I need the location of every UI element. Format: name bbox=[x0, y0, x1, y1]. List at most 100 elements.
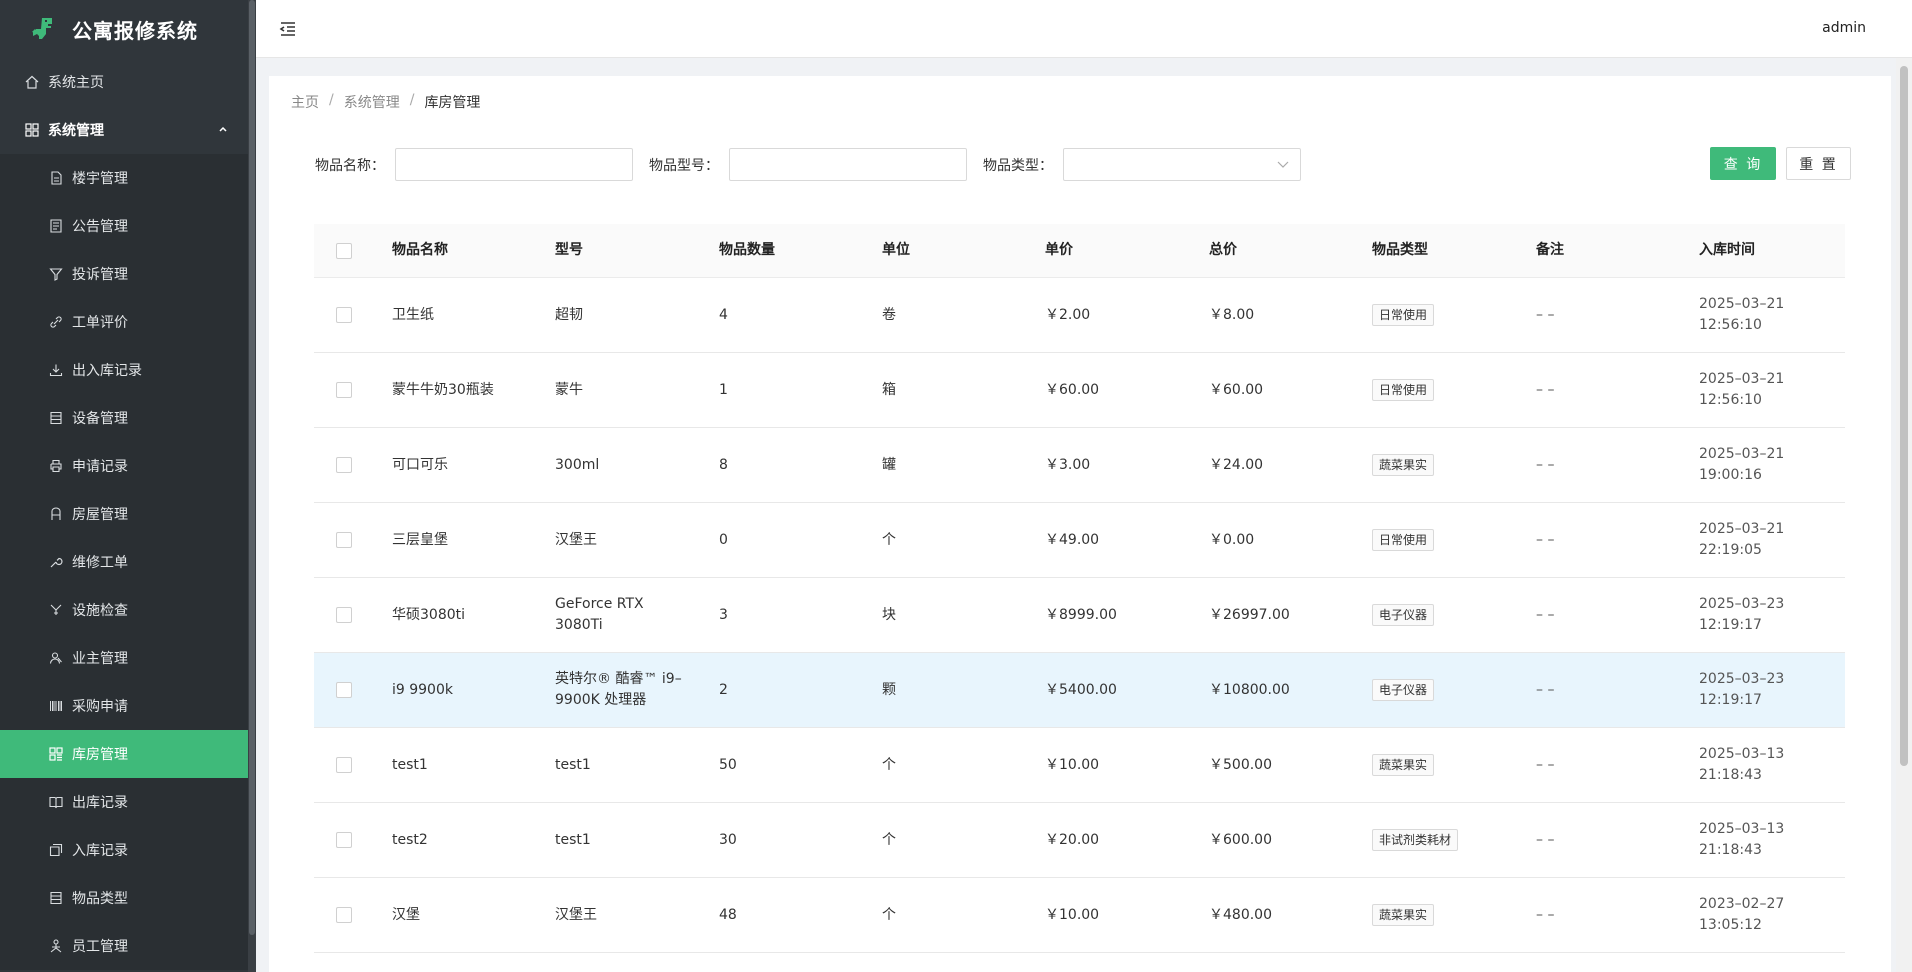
user-name[interactable]: admin bbox=[1822, 20, 1866, 36]
user-icon bbox=[48, 650, 64, 666]
row-checkbox[interactable] bbox=[336, 682, 352, 698]
reset-button[interactable]: 重 置 bbox=[1786, 147, 1851, 180]
download-icon bbox=[48, 362, 64, 378]
stock-time: 19:00:16 bbox=[1699, 467, 1762, 483]
table-row[interactable]: 三层皇堡 汉堡王 0 个 ￥49.00 ￥0.00 日常使用 – – 2025–03–21 22:… bbox=[314, 503, 1845, 578]
cell-unit-price: ￥10.00 bbox=[1045, 756, 1100, 773]
sidebar-scrollbar[interactable] bbox=[248, 0, 256, 972]
cell-total-price: ￥24.00 bbox=[1209, 456, 1264, 473]
sidebar-item-label: 工单评价 bbox=[72, 315, 128, 331]
sidebar-item-14[interactable]: 出库记录 bbox=[0, 778, 248, 826]
table-row[interactable]: i9 9900k 英特尔® 酷睿™ i9–9900K 处理器 2 颗 ￥5400.00 ￥… bbox=[314, 653, 1845, 728]
sidebar-item-5[interactable]: 出入库记录 bbox=[0, 346, 248, 394]
cell-note: – – bbox=[1536, 606, 1555, 623]
cell-model: 300ml bbox=[555, 456, 600, 473]
sidebar-item-12[interactable]: 采购申请 bbox=[0, 682, 248, 730]
file-icon bbox=[48, 170, 64, 186]
cell-stock-time: 2025–03–21 19:00:16 bbox=[1699, 444, 1845, 486]
document-icon bbox=[48, 218, 64, 234]
staff-icon bbox=[48, 938, 64, 954]
stock-date: 2025–03–13 bbox=[1699, 746, 1785, 762]
table-row[interactable]: 华硕3080ti GeForce RTX 3080Ti 3 块 ￥8999.00 ￥269… bbox=[314, 578, 1845, 653]
sidebar-item-6[interactable]: 设备管理 bbox=[0, 394, 248, 442]
cell-note: – – bbox=[1536, 381, 1555, 398]
wrench-icon bbox=[48, 554, 64, 570]
printer-icon bbox=[48, 458, 64, 474]
logo: 公寓报修系统 bbox=[0, 0, 248, 58]
cell-model: 超韧 bbox=[555, 306, 583, 323]
sidebar-item-1[interactable]: 楼宇管理 bbox=[0, 154, 248, 202]
home-icon bbox=[24, 74, 40, 90]
cell-total-price: ￥500.00 bbox=[1209, 756, 1272, 773]
sidebar-item-13[interactable]: 库房管理 bbox=[0, 730, 248, 778]
table-row[interactable]: 蒙牛牛奶30瓶装 蒙牛 1 箱 ￥60.00 ￥60.00 日常使用 – – 2025–03–2… bbox=[314, 353, 1845, 428]
cell-stock-time: 2025–03–13 21:18:43 bbox=[1699, 819, 1845, 861]
row-checkbox[interactable] bbox=[336, 457, 352, 473]
chevron-up-icon bbox=[218, 122, 228, 138]
list-icon bbox=[48, 890, 64, 906]
menu-toggle-icon[interactable] bbox=[278, 19, 298, 39]
table-row[interactable]: test1 test1 50 个 ￥10.00 ￥500.00 蔬菜果实 – – 2025–03… bbox=[314, 728, 1845, 803]
cell-total-price: ￥8.00 bbox=[1209, 306, 1255, 323]
column-header: 型号 bbox=[555, 242, 583, 258]
sidebar-item-10[interactable]: 设施检查 bbox=[0, 586, 248, 634]
table-row[interactable]: 汉堡 汉堡王 48 个 ￥10.00 ￥480.00 蔬菜果实 – – 2023–02–27 13… bbox=[314, 878, 1845, 953]
sidebar-item-3[interactable]: 投诉管理 bbox=[0, 250, 248, 298]
row-checkbox[interactable] bbox=[336, 532, 352, 548]
dinosaur-logo-icon bbox=[28, 16, 58, 42]
cell-unit: 个 bbox=[882, 756, 896, 773]
sidebar-item-16[interactable]: 物品类型 bbox=[0, 874, 248, 922]
sidebar-submenu: 楼宇管理公告管理投诉管理工单评价出入库记录 设备管理申请记录房屋管理 维修工单 设施检… bbox=[0, 154, 248, 970]
row-checkbox[interactable] bbox=[336, 832, 352, 848]
query-button[interactable]: 查 询 bbox=[1710, 147, 1776, 180]
sidebar-group-system[interactable]: 系统管理 bbox=[0, 106, 248, 154]
cell-model: 汉堡王 bbox=[555, 531, 597, 548]
model-filter-label: 物品型号： bbox=[649, 157, 719, 174]
name-filter-label: 物品名称： bbox=[315, 157, 385, 174]
row-checkbox[interactable] bbox=[336, 907, 352, 923]
sidebar-item-2[interactable]: 公告管理 bbox=[0, 202, 248, 250]
table-row[interactable]: test2 test1 30 个 ￥20.00 ￥600.00 非试剂类耗材 – – 2025–… bbox=[314, 803, 1845, 878]
cell-model: 蒙牛 bbox=[555, 381, 583, 398]
type-filter-select[interactable] bbox=[1063, 148, 1301, 181]
column-header: 入库时间 bbox=[1699, 242, 1755, 258]
cell-note: – – bbox=[1536, 531, 1555, 548]
sidebar-item-home[interactable]: 系统主页 bbox=[0, 58, 248, 106]
sidebar-item-17[interactable]: 员工管理 bbox=[0, 922, 248, 970]
select-all-checkbox[interactable] bbox=[336, 242, 352, 259]
sidebar-item-label: 库房管理 bbox=[72, 747, 128, 763]
model-filter-input[interactable] bbox=[729, 148, 967, 181]
main-card: 主页 / 系统管理 / 库房管理 物品名称： 物品型号： 物品类型： 查 询 重… bbox=[269, 76, 1891, 972]
cell-name: 华硕3080ti bbox=[392, 606, 466, 623]
filter-bar: 物品名称： 物品型号： 物品类型： bbox=[315, 148, 1301, 181]
sidebar-item-label: 入库记录 bbox=[72, 843, 128, 859]
row-checkbox[interactable] bbox=[336, 607, 352, 623]
sidebar-item-9[interactable]: 维修工单 bbox=[0, 538, 248, 586]
cell-quantity: 50 bbox=[719, 756, 737, 773]
table-row[interactable]: 可口可乐 300ml 8 罐 ￥3.00 ￥24.00 蔬菜果实 – – 2025–03–21 1… bbox=[314, 428, 1845, 503]
page-scrollbar[interactable] bbox=[1896, 58, 1912, 972]
row-checkbox[interactable] bbox=[336, 382, 352, 398]
column-header: 单位 bbox=[882, 242, 910, 258]
sidebar-item-4[interactable]: 工单评价 bbox=[0, 298, 248, 346]
breadcrumb: 主页 / 系统管理 / 库房管理 bbox=[291, 92, 481, 112]
sidebar-item-label: 申请记录 bbox=[72, 459, 128, 475]
row-checkbox[interactable] bbox=[336, 307, 352, 323]
sidebar-item-11[interactable]: 业主管理 bbox=[0, 634, 248, 682]
cell-stock-time: 2025–03–21 12:56:10 bbox=[1699, 294, 1845, 336]
sidebar-item-8[interactable]: 房屋管理 bbox=[0, 490, 248, 538]
table-row[interactable]: 卫生纸 超韧 4 卷 ￥2.00 ￥8.00 日常使用 – – 2025–03–21 12:56:… bbox=[314, 278, 1845, 353]
sidebar-item-15[interactable]: 入库记录 bbox=[0, 826, 248, 874]
breadcrumb-section[interactable]: 系统管理 bbox=[344, 92, 400, 112]
stock-date: 2025–03–21 bbox=[1699, 521, 1785, 537]
row-checkbox[interactable] bbox=[336, 757, 352, 773]
sidebar-item-7[interactable]: 申请记录 bbox=[0, 442, 248, 490]
breadcrumb-home[interactable]: 主页 bbox=[291, 92, 319, 112]
name-filter-input[interactable] bbox=[395, 148, 633, 181]
book-icon bbox=[48, 794, 64, 810]
sidebar-item-label: 公告管理 bbox=[72, 219, 128, 235]
cell-unit: 箱 bbox=[882, 381, 896, 398]
item-type-tag: 非试剂类耗材 bbox=[1372, 829, 1459, 851]
sidebar-item-label: 出库记录 bbox=[72, 795, 128, 811]
cell-model: test1 bbox=[555, 756, 591, 773]
